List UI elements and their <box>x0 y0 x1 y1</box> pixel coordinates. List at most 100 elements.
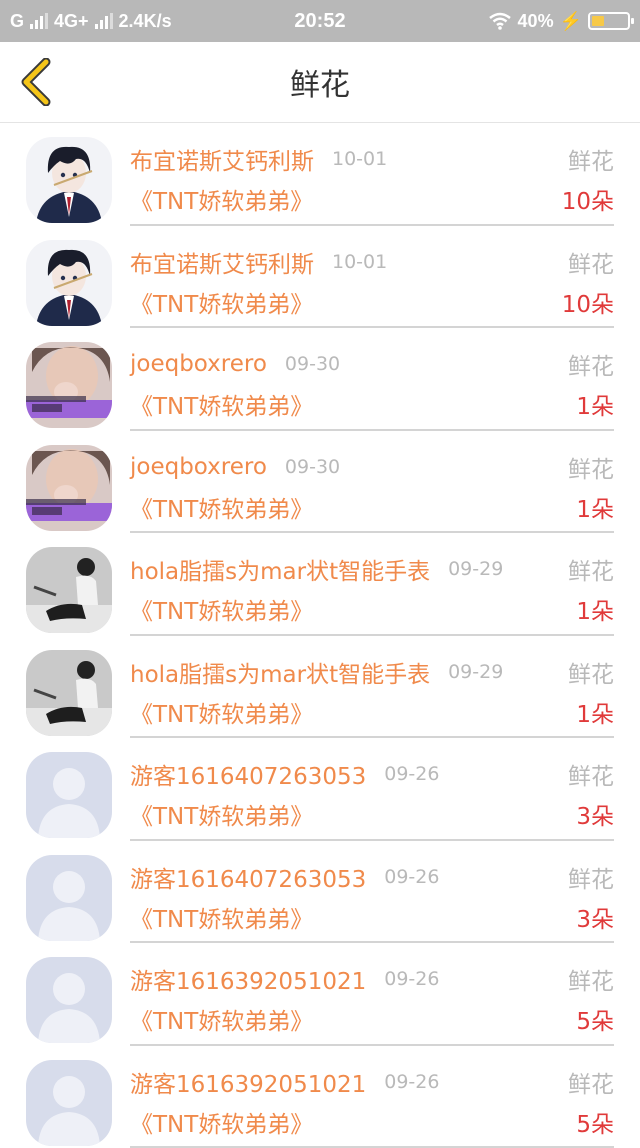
gift-count: 1朵 <box>576 694 614 730</box>
list-item-info: joeqboxrero 09-30 鲜花 《TNT娇软弟弟》 1朵 <box>130 328 614 431</box>
list-item[interactable]: 布宜诺斯艾钙利斯 10-01 鲜花 《TNT娇软弟弟》 10朵 <box>0 123 640 226</box>
book-title[interactable]: 《TNT娇软弟弟》 <box>130 1002 313 1036</box>
gift-type: 鲜花 <box>568 756 614 792</box>
gift-type: 鲜花 <box>568 141 614 177</box>
user-name[interactable]: 游客1616407263053 <box>130 860 366 894</box>
default-avatar[interactable] <box>26 1060 112 1146</box>
flower-list: 布宜诺斯艾钙利斯 10-01 鲜花 《TNT娇软弟弟》 10朵 布宜诺斯艾钙利斯… <box>0 123 640 1148</box>
list-item-line2: 《TNT娇软弟弟》 1朵 <box>130 489 614 525</box>
book-title[interactable]: 《TNT娇软弟弟》 <box>130 1105 313 1139</box>
book-title[interactable]: 《TNT娇软弟弟》 <box>130 592 313 626</box>
photo-avatar[interactable] <box>26 445 112 531</box>
list-item-info: hola脂擂s为mar状t智能手表 09-29 鲜花 《TNT娇软弟弟》 1朵 <box>130 636 614 739</box>
list-item-info: 游客1616407263053 09-26 鲜花 《TNT娇软弟弟》 3朵 <box>130 738 614 841</box>
time-label: 20:52 <box>294 10 345 33</box>
gift-date: 09-26 <box>384 968 439 990</box>
gift-count: 3朵 <box>576 899 614 935</box>
gift-type: 鲜花 <box>568 551 614 587</box>
book-title[interactable]: 《TNT娇软弟弟》 <box>130 387 313 421</box>
list-item-line1: 游客1616407263053 09-26 鲜花 <box>130 756 614 792</box>
list-item[interactable]: joeqboxrero 09-30 鲜花 《TNT娇软弟弟》 1朵 <box>0 328 640 431</box>
default-avatar[interactable] <box>26 752 112 838</box>
battery-percent: 40% <box>518 11 554 32</box>
list-item[interactable]: joeqboxrero 09-30 鲜花 《TNT娇软弟弟》 1朵 <box>0 431 640 534</box>
book-title[interactable]: 《TNT娇软弟弟》 <box>130 900 313 934</box>
gift-type: 鲜花 <box>568 346 614 382</box>
user-name[interactable]: 游客1616392051021 <box>130 1065 366 1099</box>
list-item-line2: 《TNT娇软弟弟》 1朵 <box>130 386 614 422</box>
gift-date: 09-29 <box>448 558 503 580</box>
list-item-info: hola脂擂s为mar状t智能手表 09-29 鲜花 《TNT娇软弟弟》 1朵 <box>130 533 614 636</box>
list-item-line2: 《TNT娇软弟弟》 10朵 <box>130 181 614 217</box>
user-name[interactable]: 游客1616392051021 <box>130 962 366 996</box>
gift-date: 10-01 <box>332 148 387 170</box>
default-avatar[interactable] <box>26 855 112 941</box>
gift-count: 5朵 <box>576 1001 614 1037</box>
status-bar: G 4G+ 2.4K/s 20:52 40% ⚡ <box>0 0 640 42</box>
gift-type: 鲜花 <box>568 654 614 690</box>
book-title[interactable]: 《TNT娇软弟弟》 <box>130 490 313 524</box>
list-item-line1: joeqboxrero 09-30 鲜花 <box>130 346 614 382</box>
gift-count: 1朵 <box>576 386 614 422</box>
list-item-line1: 游客1616392051021 09-26 鲜花 <box>130 961 614 997</box>
page-title: 鲜花 <box>0 42 640 122</box>
user-name[interactable]: hola脂擂s为mar状t智能手表 <box>130 655 430 689</box>
list-item-line2: 《TNT娇软弟弟》 10朵 <box>130 284 614 320</box>
gift-type: 鲜花 <box>568 449 614 485</box>
list-item[interactable]: 游客1616407263053 09-26 鲜花 《TNT娇软弟弟》 3朵 <box>0 841 640 944</box>
list-item[interactable]: 游客1616407263053 09-26 鲜花 《TNT娇软弟弟》 3朵 <box>0 738 640 841</box>
app-header: 鲜花 <box>0 42 640 123</box>
gift-date: 09-29 <box>448 661 503 683</box>
list-item[interactable]: hola脂擂s为mar状t智能手表 09-29 鲜花 《TNT娇软弟弟》 1朵 <box>0 533 640 636</box>
anime-avatar[interactable] <box>26 137 112 223</box>
list-item-line2: 《TNT娇软弟弟》 3朵 <box>130 796 614 832</box>
user-name[interactable]: joeqboxrero <box>130 454 267 480</box>
list-item-line2: 《TNT娇软弟弟》 1朵 <box>130 591 614 627</box>
bw-photo-avatar[interactable] <box>26 650 112 736</box>
user-name[interactable]: 布宜诺斯艾钙利斯 <box>130 245 314 279</box>
gift-count: 10朵 <box>562 181 614 217</box>
default-avatar[interactable] <box>26 957 112 1043</box>
anime-avatar[interactable] <box>26 240 112 326</box>
book-title[interactable]: 《TNT娇软弟弟》 <box>130 695 313 729</box>
gift-date: 09-26 <box>384 763 439 785</box>
gift-type: 鲜花 <box>568 961 614 997</box>
list-item-line2: 《TNT娇软弟弟》 5朵 <box>130 1001 614 1037</box>
list-item-info: 游客1616392051021 09-26 鲜花 《TNT娇软弟弟》 5朵 <box>130 943 614 1046</box>
list-item[interactable]: hola脂擂s为mar状t智能手表 09-29 鲜花 《TNT娇软弟弟》 1朵 <box>0 636 640 739</box>
gift-type: 鲜花 <box>568 859 614 895</box>
user-name[interactable]: 游客1616407263053 <box>130 757 366 791</box>
list-item-line1: 游客1616407263053 09-26 鲜花 <box>130 859 614 895</box>
gift-type: 鲜花 <box>568 1064 614 1100</box>
list-item-line1: 布宜诺斯艾钙利斯 10-01 鲜花 <box>130 141 614 177</box>
photo-avatar[interactable] <box>26 342 112 428</box>
list-item-info: 布宜诺斯艾钙利斯 10-01 鲜花 《TNT娇软弟弟》 10朵 <box>130 226 614 329</box>
list-item[interactable]: 游客1616392051021 09-26 鲜花 《TNT娇软弟弟》 5朵 <box>0 1046 640 1148</box>
user-name[interactable]: hola脂擂s为mar状t智能手表 <box>130 552 430 586</box>
list-item-info: joeqboxrero 09-30 鲜花 《TNT娇软弟弟》 1朵 <box>130 431 614 534</box>
list-item-info: 游客1616407263053 09-26 鲜花 《TNT娇软弟弟》 3朵 <box>130 841 614 944</box>
book-title[interactable]: 《TNT娇软弟弟》 <box>130 182 313 216</box>
list-item[interactable]: 布宜诺斯艾钙利斯 10-01 鲜花 《TNT娇软弟弟》 10朵 <box>0 226 640 329</box>
user-name[interactable]: joeqboxrero <box>130 351 267 377</box>
gift-count: 10朵 <box>562 284 614 320</box>
gift-date: 09-26 <box>384 866 439 888</box>
gift-date: 09-30 <box>285 353 340 375</box>
list-item-line1: hola脂擂s为mar状t智能手表 09-29 鲜花 <box>130 551 614 587</box>
battery-icon <box>588 12 630 30</box>
list-item-line2: 《TNT娇软弟弟》 1朵 <box>130 694 614 730</box>
bw-photo-avatar[interactable] <box>26 547 112 633</box>
gift-date: 10-01 <box>332 251 387 273</box>
list-item-info: 游客1616392051021 09-26 鲜花 《TNT娇软弟弟》 5朵 <box>130 1046 614 1148</box>
gift-count: 1朵 <box>576 591 614 627</box>
gift-type: 鲜花 <box>568 244 614 280</box>
list-item[interactable]: 游客1616392051021 09-26 鲜花 《TNT娇软弟弟》 5朵 <box>0 943 640 1046</box>
wifi-icon <box>488 12 512 30</box>
book-title[interactable]: 《TNT娇软弟弟》 <box>130 285 313 319</box>
book-title[interactable]: 《TNT娇软弟弟》 <box>130 797 313 831</box>
gift-count: 5朵 <box>576 1104 614 1140</box>
list-item-line1: joeqboxrero 09-30 鲜花 <box>130 449 614 485</box>
status-right: 40% ⚡ <box>488 0 630 42</box>
list-item-line2: 《TNT娇软弟弟》 3朵 <box>130 899 614 935</box>
user-name[interactable]: 布宜诺斯艾钙利斯 <box>130 142 314 176</box>
